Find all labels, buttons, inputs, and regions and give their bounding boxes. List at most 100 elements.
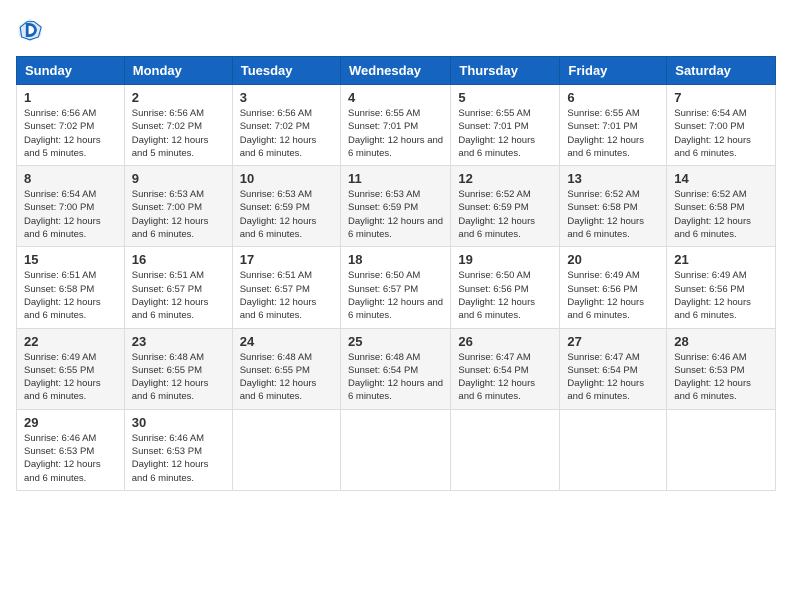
day-number: 1 <box>24 90 117 105</box>
day-number: 16 <box>132 252 225 267</box>
calendar-cell <box>232 409 340 490</box>
calendar-cell <box>451 409 560 490</box>
cell-content: Sunrise: 6:49 AM Sunset: 6:55 PM Dayligh… <box>24 351 117 404</box>
cell-content: Sunrise: 6:52 AM Sunset: 6:58 PM Dayligh… <box>674 188 768 241</box>
day-number: 30 <box>132 415 225 430</box>
week-row-2: 8 Sunrise: 6:54 AM Sunset: 7:00 PM Dayli… <box>17 166 776 247</box>
calendar-cell: 12 Sunrise: 6:52 AM Sunset: 6:59 PM Dayl… <box>451 166 560 247</box>
calendar-cell: 22 Sunrise: 6:49 AM Sunset: 6:55 PM Dayl… <box>17 328 125 409</box>
cell-content: Sunrise: 6:55 AM Sunset: 7:01 PM Dayligh… <box>458 107 552 160</box>
cell-content: Sunrise: 6:53 AM Sunset: 6:59 PM Dayligh… <box>240 188 333 241</box>
week-row-3: 15 Sunrise: 6:51 AM Sunset: 6:58 PM Dayl… <box>17 247 776 328</box>
day-number: 2 <box>132 90 225 105</box>
cell-content: Sunrise: 6:53 AM Sunset: 6:59 PM Dayligh… <box>348 188 443 241</box>
day-number: 11 <box>348 171 443 186</box>
calendar-cell: 7 Sunrise: 6:54 AM Sunset: 7:00 PM Dayli… <box>667 85 776 166</box>
day-number: 21 <box>674 252 768 267</box>
calendar-table: SundayMondayTuesdayWednesdayThursdayFrid… <box>16 56 776 491</box>
day-number: 4 <box>348 90 443 105</box>
week-row-1: 1 Sunrise: 6:56 AM Sunset: 7:02 PM Dayli… <box>17 85 776 166</box>
logo-icon <box>16 16 44 44</box>
header-monday: Monday <box>124 57 232 85</box>
cell-content: Sunrise: 6:53 AM Sunset: 7:00 PM Dayligh… <box>132 188 225 241</box>
day-number: 25 <box>348 334 443 349</box>
calendar-cell: 29 Sunrise: 6:46 AM Sunset: 6:53 PM Dayl… <box>17 409 125 490</box>
calendar-cell: 8 Sunrise: 6:54 AM Sunset: 7:00 PM Dayli… <box>17 166 125 247</box>
day-number: 22 <box>24 334 117 349</box>
calendar-cell: 21 Sunrise: 6:49 AM Sunset: 6:56 PM Dayl… <box>667 247 776 328</box>
day-number: 6 <box>567 90 659 105</box>
day-number: 15 <box>24 252 117 267</box>
calendar-cell: 19 Sunrise: 6:50 AM Sunset: 6:56 PM Dayl… <box>451 247 560 328</box>
calendar-cell: 28 Sunrise: 6:46 AM Sunset: 6:53 PM Dayl… <box>667 328 776 409</box>
day-number: 13 <box>567 171 659 186</box>
cell-content: Sunrise: 6:47 AM Sunset: 6:54 PM Dayligh… <box>458 351 552 404</box>
cell-content: Sunrise: 6:50 AM Sunset: 6:56 PM Dayligh… <box>458 269 552 322</box>
calendar-cell: 15 Sunrise: 6:51 AM Sunset: 6:58 PM Dayl… <box>17 247 125 328</box>
day-number: 14 <box>674 171 768 186</box>
cell-content: Sunrise: 6:51 AM Sunset: 6:57 PM Dayligh… <box>240 269 333 322</box>
cell-content: Sunrise: 6:51 AM Sunset: 6:58 PM Dayligh… <box>24 269 117 322</box>
header-row: SundayMondayTuesdayWednesdayThursdayFrid… <box>17 57 776 85</box>
calendar-cell <box>667 409 776 490</box>
cell-content: Sunrise: 6:47 AM Sunset: 6:54 PM Dayligh… <box>567 351 659 404</box>
day-number: 8 <box>24 171 117 186</box>
calendar-cell: 6 Sunrise: 6:55 AM Sunset: 7:01 PM Dayli… <box>560 85 667 166</box>
cell-content: Sunrise: 6:46 AM Sunset: 6:53 PM Dayligh… <box>674 351 768 404</box>
calendar-cell <box>340 409 450 490</box>
day-number: 27 <box>567 334 659 349</box>
day-number: 10 <box>240 171 333 186</box>
cell-content: Sunrise: 6:46 AM Sunset: 6:53 PM Dayligh… <box>132 432 225 485</box>
day-number: 5 <box>458 90 552 105</box>
header-saturday: Saturday <box>667 57 776 85</box>
calendar-cell <box>560 409 667 490</box>
cell-content: Sunrise: 6:55 AM Sunset: 7:01 PM Dayligh… <box>567 107 659 160</box>
calendar-cell: 10 Sunrise: 6:53 AM Sunset: 6:59 PM Dayl… <box>232 166 340 247</box>
calendar-cell: 5 Sunrise: 6:55 AM Sunset: 7:01 PM Dayli… <box>451 85 560 166</box>
cell-content: Sunrise: 6:49 AM Sunset: 6:56 PM Dayligh… <box>567 269 659 322</box>
week-row-5: 29 Sunrise: 6:46 AM Sunset: 6:53 PM Dayl… <box>17 409 776 490</box>
cell-content: Sunrise: 6:48 AM Sunset: 6:55 PM Dayligh… <box>240 351 333 404</box>
day-number: 12 <box>458 171 552 186</box>
cell-content: Sunrise: 6:56 AM Sunset: 7:02 PM Dayligh… <box>132 107 225 160</box>
day-number: 20 <box>567 252 659 267</box>
header-wednesday: Wednesday <box>340 57 450 85</box>
cell-content: Sunrise: 6:56 AM Sunset: 7:02 PM Dayligh… <box>24 107 117 160</box>
cell-content: Sunrise: 6:55 AM Sunset: 7:01 PM Dayligh… <box>348 107 443 160</box>
cell-content: Sunrise: 6:52 AM Sunset: 6:58 PM Dayligh… <box>567 188 659 241</box>
page-header <box>16 16 776 44</box>
day-number: 29 <box>24 415 117 430</box>
calendar-cell: 23 Sunrise: 6:48 AM Sunset: 6:55 PM Dayl… <box>124 328 232 409</box>
week-row-4: 22 Sunrise: 6:49 AM Sunset: 6:55 PM Dayl… <box>17 328 776 409</box>
calendar-cell: 14 Sunrise: 6:52 AM Sunset: 6:58 PM Dayl… <box>667 166 776 247</box>
day-number: 26 <box>458 334 552 349</box>
cell-content: Sunrise: 6:56 AM Sunset: 7:02 PM Dayligh… <box>240 107 333 160</box>
cell-content: Sunrise: 6:48 AM Sunset: 6:54 PM Dayligh… <box>348 351 443 404</box>
cell-content: Sunrise: 6:50 AM Sunset: 6:57 PM Dayligh… <box>348 269 443 322</box>
calendar-cell: 4 Sunrise: 6:55 AM Sunset: 7:01 PM Dayli… <box>340 85 450 166</box>
cell-content: Sunrise: 6:51 AM Sunset: 6:57 PM Dayligh… <box>132 269 225 322</box>
calendar-cell: 2 Sunrise: 6:56 AM Sunset: 7:02 PM Dayli… <box>124 85 232 166</box>
calendar-cell: 18 Sunrise: 6:50 AM Sunset: 6:57 PM Dayl… <box>340 247 450 328</box>
calendar-cell: 25 Sunrise: 6:48 AM Sunset: 6:54 PM Dayl… <box>340 328 450 409</box>
cell-content: Sunrise: 6:48 AM Sunset: 6:55 PM Dayligh… <box>132 351 225 404</box>
calendar-cell: 26 Sunrise: 6:47 AM Sunset: 6:54 PM Dayl… <box>451 328 560 409</box>
calendar-cell: 9 Sunrise: 6:53 AM Sunset: 7:00 PM Dayli… <box>124 166 232 247</box>
calendar-cell: 13 Sunrise: 6:52 AM Sunset: 6:58 PM Dayl… <box>560 166 667 247</box>
day-number: 18 <box>348 252 443 267</box>
cell-content: Sunrise: 6:54 AM Sunset: 7:00 PM Dayligh… <box>674 107 768 160</box>
calendar-cell: 3 Sunrise: 6:56 AM Sunset: 7:02 PM Dayli… <box>232 85 340 166</box>
calendar-cell: 1 Sunrise: 6:56 AM Sunset: 7:02 PM Dayli… <box>17 85 125 166</box>
day-number: 17 <box>240 252 333 267</box>
day-number: 28 <box>674 334 768 349</box>
cell-content: Sunrise: 6:54 AM Sunset: 7:00 PM Dayligh… <box>24 188 117 241</box>
logo <box>16 16 48 44</box>
cell-content: Sunrise: 6:49 AM Sunset: 6:56 PM Dayligh… <box>674 269 768 322</box>
day-number: 3 <box>240 90 333 105</box>
day-number: 7 <box>674 90 768 105</box>
day-number: 24 <box>240 334 333 349</box>
day-number: 19 <box>458 252 552 267</box>
cell-content: Sunrise: 6:46 AM Sunset: 6:53 PM Dayligh… <box>24 432 117 485</box>
calendar-cell: 11 Sunrise: 6:53 AM Sunset: 6:59 PM Dayl… <box>340 166 450 247</box>
calendar-cell: 20 Sunrise: 6:49 AM Sunset: 6:56 PM Dayl… <box>560 247 667 328</box>
